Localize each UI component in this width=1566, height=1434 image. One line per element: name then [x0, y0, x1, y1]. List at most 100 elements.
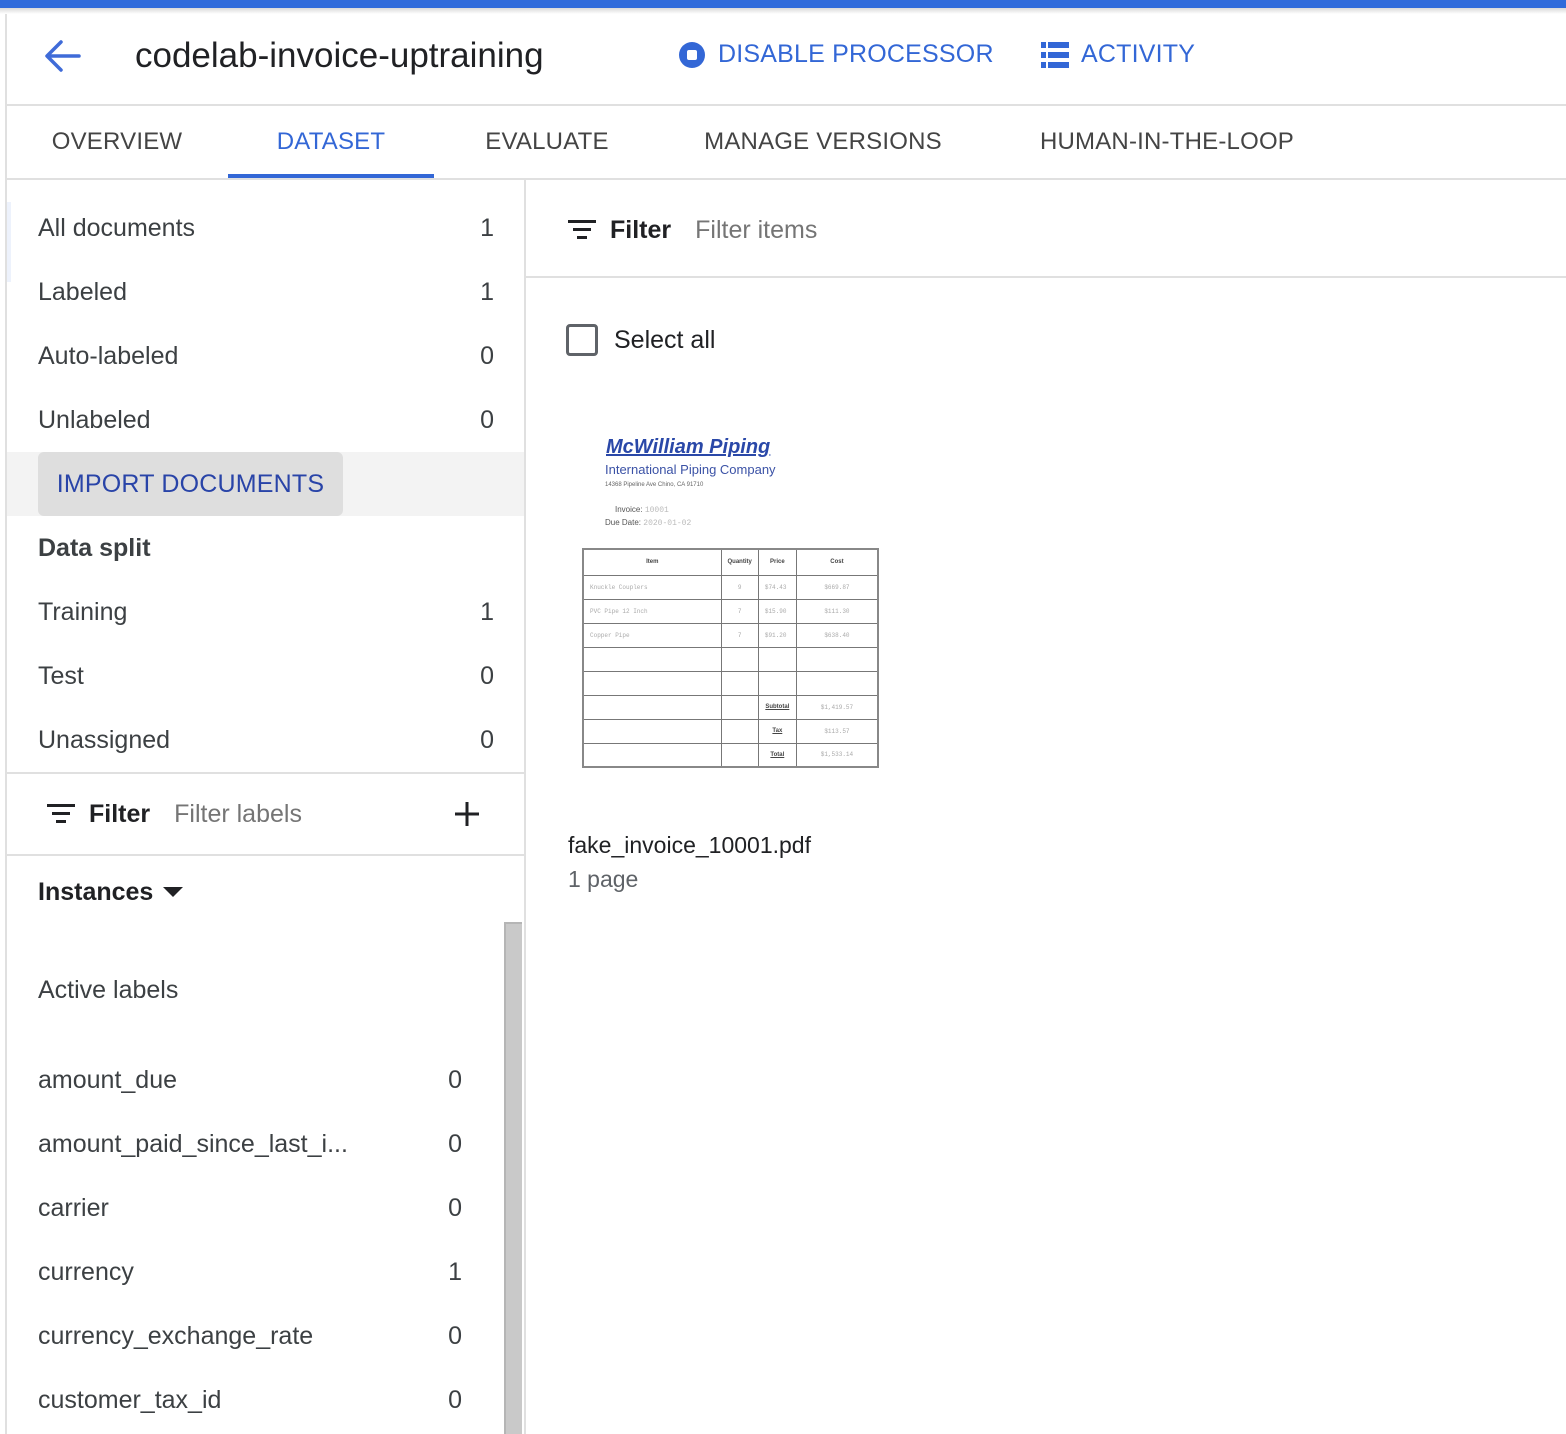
label-item[interactable]: currency_exchange_rate 0	[38, 1316, 462, 1356]
split-test[interactable]: Test 0	[38, 656, 494, 696]
table-row	[582, 670, 879, 696]
invoice-value: 10001	[644, 506, 669, 515]
thumbnail-address: 14368 Pipeline Ave Chino, CA 91710	[605, 482, 704, 488]
activity-button[interactable]: ACTIVITY	[1041, 40, 1195, 69]
document-name[interactable]: fake_invoice_10001.pdf	[568, 832, 811, 859]
total-label: Subtotal	[757, 694, 797, 720]
due-label: Due Date:	[605, 518, 642, 527]
cell: Knuckle Couplers	[582, 574, 722, 600]
tab-bar: OVERVIEW DATASET EVALUATE MANAGE VERSION…	[7, 106, 1566, 178]
label-name: customer_tax_id	[38, 1385, 222, 1414]
import-documents-button[interactable]: IMPORT DOCUMENTS	[38, 452, 343, 516]
cell: 7	[720, 598, 759, 624]
split-count: 0	[480, 661, 494, 690]
select-all-checkbox[interactable]	[566, 324, 598, 356]
totals-row: Subtotal $1,419.57	[582, 694, 879, 720]
count-label: Auto-labeled	[38, 341, 179, 370]
due-value: 2020-01-02	[643, 519, 692, 528]
col-header: Item	[582, 548, 722, 576]
top-accent-bar	[0, 0, 1566, 8]
filter-items-input[interactable]	[695, 215, 936, 245]
tab-evaluate[interactable]: EVALUATE	[459, 106, 635, 178]
list-icon	[1041, 41, 1069, 68]
select-all[interactable]: Select all	[566, 324, 715, 356]
stop-circle-icon	[679, 41, 705, 68]
filter-labels-input[interactable]	[174, 799, 415, 829]
total-value: $1,419.57	[795, 694, 879, 720]
cell: $669.87	[795, 574, 879, 600]
page-header: codelab-invoice-uptraining DISABLE PROCE…	[7, 14, 1566, 104]
filter-divider	[526, 276, 1566, 278]
label-count: 0	[448, 1129, 462, 1158]
label-item[interactable]: amount_paid_since_last_i... 0	[38, 1124, 462, 1164]
cell: $638.40	[795, 622, 879, 648]
split-count: 0	[480, 725, 494, 754]
selection-indicator	[7, 202, 11, 282]
label-item[interactable]: carrier 0	[38, 1188, 462, 1228]
disable-processor-button[interactable]: DISABLE PROCESSOR	[678, 40, 994, 69]
table-row: Copper Pipe 7 $91.20 $638.40	[582, 622, 879, 648]
documents-panel: Filter Select all McWilliam Piping Inter…	[526, 180, 1566, 1434]
count-value: 1	[480, 213, 494, 242]
thumbnail-table: Item Quantity Price Cost Knuckle Coupler…	[582, 548, 879, 768]
cell: 9	[720, 574, 759, 600]
count-label: Labeled	[38, 277, 127, 306]
filter-unlabeled[interactable]: Unlabeled 0	[38, 400, 494, 440]
count-value: 1	[480, 277, 494, 306]
caret-down-icon	[163, 886, 184, 897]
label-name: amount_due	[38, 1065, 178, 1094]
cell: $74.43	[757, 574, 797, 600]
tab-human-in-the-loop[interactable]: HUMAN-IN-THE-LOOP	[1019, 106, 1315, 178]
table-row: PVC Pipe 12 Inch 7 $15.90 $111.30	[582, 598, 879, 624]
label-name: currency_exchange_rate	[38, 1321, 314, 1350]
tab-dataset[interactable]: DATASET	[228, 106, 434, 178]
cell: $111.30	[795, 598, 879, 624]
split-label: Unassigned	[38, 725, 171, 754]
sidebar-divider	[7, 772, 524, 774]
items-filter: Filter	[568, 208, 936, 252]
thumbnail-invoice-info: Invoice: 10001 Due Date: 2020-01-02	[605, 504, 691, 530]
cell: PVC Pipe 12 Inch	[582, 598, 722, 624]
label-item[interactable]: amount_due 0	[38, 1060, 462, 1100]
document-card[interactable]: McWilliam Piping International Piping Co…	[566, 410, 896, 910]
split-label: Test	[38, 661, 84, 690]
filter-list-icon	[47, 804, 75, 823]
label-item[interactable]: currency 1	[38, 1252, 462, 1292]
filter-label: Filter	[610, 215, 672, 244]
filter-labeled[interactable]: Labeled 1	[38, 272, 494, 312]
label-name: currency	[38, 1257, 134, 1286]
totals-row: Tax $113.57	[582, 718, 879, 744]
cell: $15.90	[757, 598, 797, 624]
page-title: codelab-invoice-uptraining	[135, 36, 544, 75]
filter-label: Filter	[89, 799, 151, 828]
tab-manage-versions[interactable]: MANAGE VERSIONS	[687, 106, 959, 178]
split-unassigned[interactable]: Unassigned 0	[38, 720, 494, 760]
label-item[interactable]: customer_tax_id 0	[38, 1380, 462, 1420]
split-training[interactable]: Training 1	[38, 592, 494, 632]
split-label: Training	[38, 597, 128, 626]
back-button[interactable]	[43, 38, 83, 74]
count-value: 0	[480, 341, 494, 370]
plus-icon	[455, 802, 479, 826]
active-labels-heading: Active labels	[38, 976, 179, 1004]
totals-row: Total $1,533.14	[582, 742, 879, 768]
cell: 7	[720, 622, 759, 648]
instances-dropdown[interactable]: Instances	[38, 878, 184, 907]
total-value: $1,533.14	[795, 742, 879, 768]
label-count: 0	[448, 1321, 462, 1350]
instances-label: Instances	[38, 878, 154, 906]
table-row	[582, 646, 879, 672]
sidebar-divider	[7, 854, 524, 856]
labels-scrollbar[interactable]	[504, 922, 522, 1434]
filter-auto-labeled[interactable]: Auto-labeled 0	[38, 336, 494, 376]
disable-processor-label: DISABLE PROCESSOR	[718, 40, 994, 68]
split-count: 1	[480, 597, 494, 626]
document-page-count: 1 page	[568, 866, 639, 892]
thumbnail-subtitle: International Piping Company	[605, 462, 776, 477]
filter-all-documents[interactable]: All documents 1	[38, 208, 494, 248]
tab-overview[interactable]: OVERVIEW	[29, 106, 205, 178]
add-label-button[interactable]	[451, 798, 483, 830]
label-count: 0	[448, 1065, 462, 1094]
data-split-heading: Data split	[38, 534, 151, 562]
col-header: Quantity	[720, 548, 759, 576]
